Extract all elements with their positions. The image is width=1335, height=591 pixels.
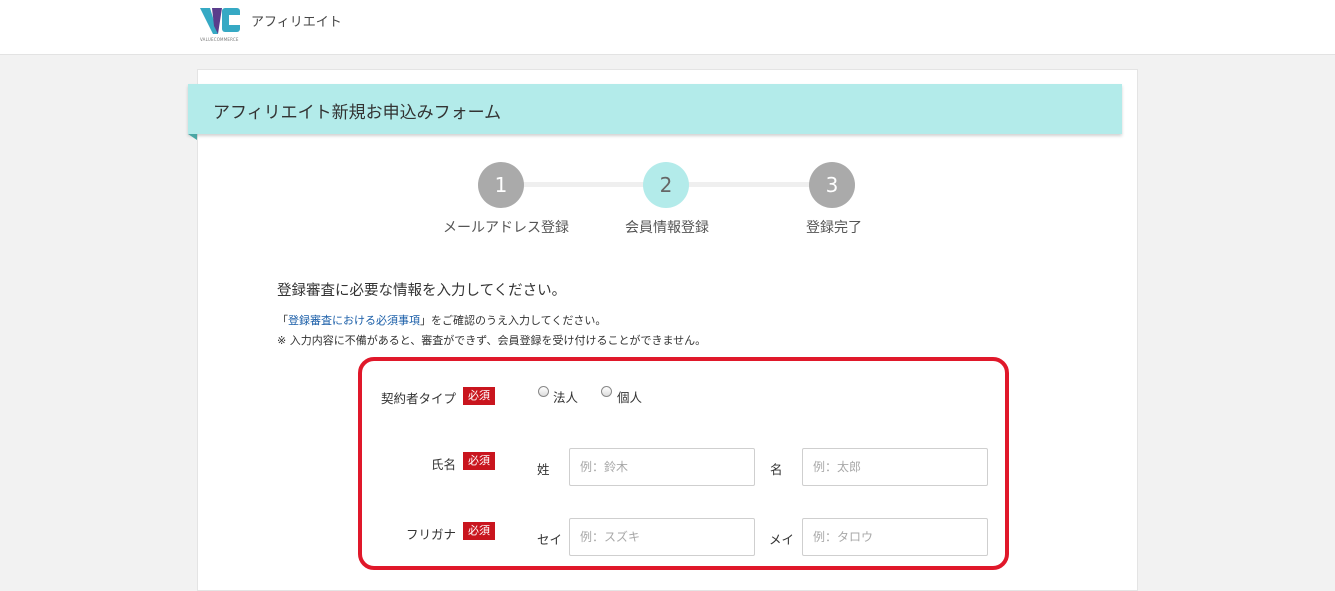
radio-individual-label[interactable]: 個人: [617, 387, 642, 406]
radio-corporate-label[interactable]: 法人: [553, 387, 578, 406]
last-name-input[interactable]: [569, 448, 755, 486]
last-name-kana-input[interactable]: [569, 518, 755, 556]
top-header: VALUECOMMERCE アフィリエイト: [0, 0, 1335, 55]
warning-note: ※ 入力内容に不備があると、審査ができず、会員登録を受け付けることができません。: [277, 334, 707, 347]
required-badge: 必須: [463, 387, 495, 405]
first-name-label: 名: [770, 462, 783, 477]
step-connector-1: [520, 182, 648, 187]
step-connector-2: [686, 182, 814, 187]
first-name-kana-input[interactable]: [802, 518, 988, 556]
last-name-kana-label: セイ: [537, 532, 563, 547]
required-badge: 必須: [463, 522, 495, 540]
step-3-circle: 3: [809, 162, 855, 208]
step-1-label: メールアドレス登録: [443, 220, 569, 236]
logo-subtext: VALUECOMMERCE: [200, 37, 239, 42]
radio-individual[interactable]: [601, 386, 612, 397]
banner-fold-decoration: [188, 134, 197, 140]
form-title-banner: アフィリエイト新規お申込みフォーム: [188, 84, 1122, 134]
furigana-label: フリガナ: [406, 527, 457, 542]
required-items-note: 「登録審査における必須事項」をご確認のうえ入力してください。: [277, 312, 606, 328]
intro-text: 登録審査に必要な情報を入力してください。: [277, 283, 567, 299]
required-badge: 必須: [463, 452, 495, 470]
note-prefix: 「: [277, 314, 288, 327]
name-label: 氏名: [431, 457, 457, 472]
required-items-link[interactable]: 登録審査における必須事項: [288, 314, 420, 327]
step-2-label: 会員情報登録: [625, 220, 709, 236]
step-2-circle: 2: [643, 162, 689, 208]
radio-corporate[interactable]: [538, 386, 549, 397]
first-name-input[interactable]: [802, 448, 988, 486]
last-name-label: 姓: [537, 462, 550, 477]
page-title: アフィリエイト新規お申込みフォーム: [213, 103, 502, 123]
app-title: アフィリエイト: [251, 15, 342, 30]
step-3-label: 登録完了: [806, 220, 862, 236]
first-name-kana-label: メイ: [769, 532, 795, 547]
note-suffix: 」をご確認のうえ入力してください。: [420, 314, 607, 327]
step-1-circle: 1: [478, 162, 524, 208]
contract-type-label: 契約者タイプ: [381, 391, 457, 406]
